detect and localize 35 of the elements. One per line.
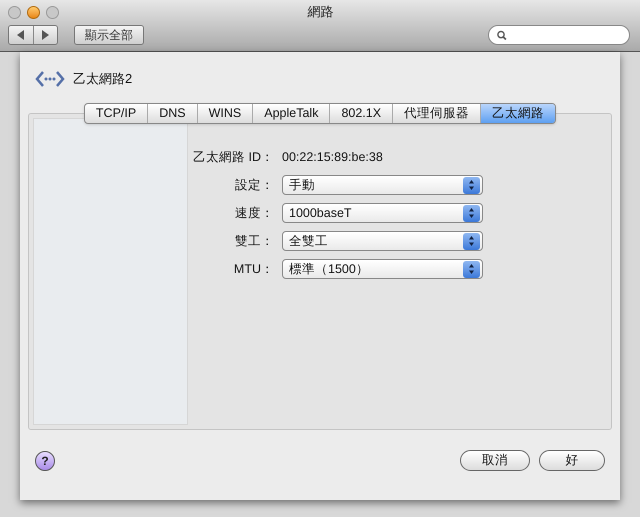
- field-label: 設定：: [234, 176, 274, 194]
- tab[interactable]: DNS: [147, 104, 197, 123]
- ethernet-id-value: 00:22:15:89:be:38: [282, 148, 383, 166]
- close-button[interactable]: [8, 6, 21, 18]
- stepper-icon: [463, 204, 480, 222]
- window-title: 網路: [308, 3, 334, 22]
- tab[interactable]: 802.1X: [329, 104, 392, 123]
- stepper-icon: [463, 232, 480, 250]
- popup-menu[interactable]: 全雙工: [282, 231, 483, 251]
- back-forward-control[interactable]: [8, 25, 58, 45]
- tab[interactable]: AppleTalk: [252, 104, 330, 123]
- popup-menu[interactable]: 標準（1500）: [282, 259, 483, 279]
- search-icon: [497, 30, 507, 40]
- field-label: 乙太網路 ID：: [192, 148, 274, 166]
- zoom-button[interactable]: [46, 6, 59, 18]
- popup-menu[interactable]: 1000baseT: [282, 203, 483, 223]
- ethernet-icon: [35, 70, 65, 88]
- tab[interactable]: WINS: [196, 104, 252, 123]
- field-label: MTU：: [232, 260, 274, 278]
- back-icon[interactable]: [16, 30, 25, 40]
- stepper-icon: [463, 176, 480, 194]
- stepper-icon: [463, 260, 480, 278]
- field-label: 雙工：: [234, 232, 274, 250]
- minimize-button[interactable]: [27, 6, 40, 18]
- search-field[interactable]: [488, 25, 630, 45]
- cancel-button[interactable]: 取消: [460, 450, 530, 471]
- tab[interactable]: TCP/IP: [84, 104, 148, 123]
- show-all-button[interactable]: 顯示全部: [74, 25, 144, 45]
- ok-button[interactable]: 好: [539, 450, 605, 471]
- help-button[interactable]: ?: [35, 450, 55, 470]
- popup-menu[interactable]: 手動: [282, 175, 483, 195]
- forward-icon[interactable]: [41, 30, 50, 40]
- tab[interactable]: 乙太網路: [480, 104, 556, 123]
- service-name: 乙太網路2: [73, 70, 132, 88]
- field-label: 速度：: [234, 204, 274, 222]
